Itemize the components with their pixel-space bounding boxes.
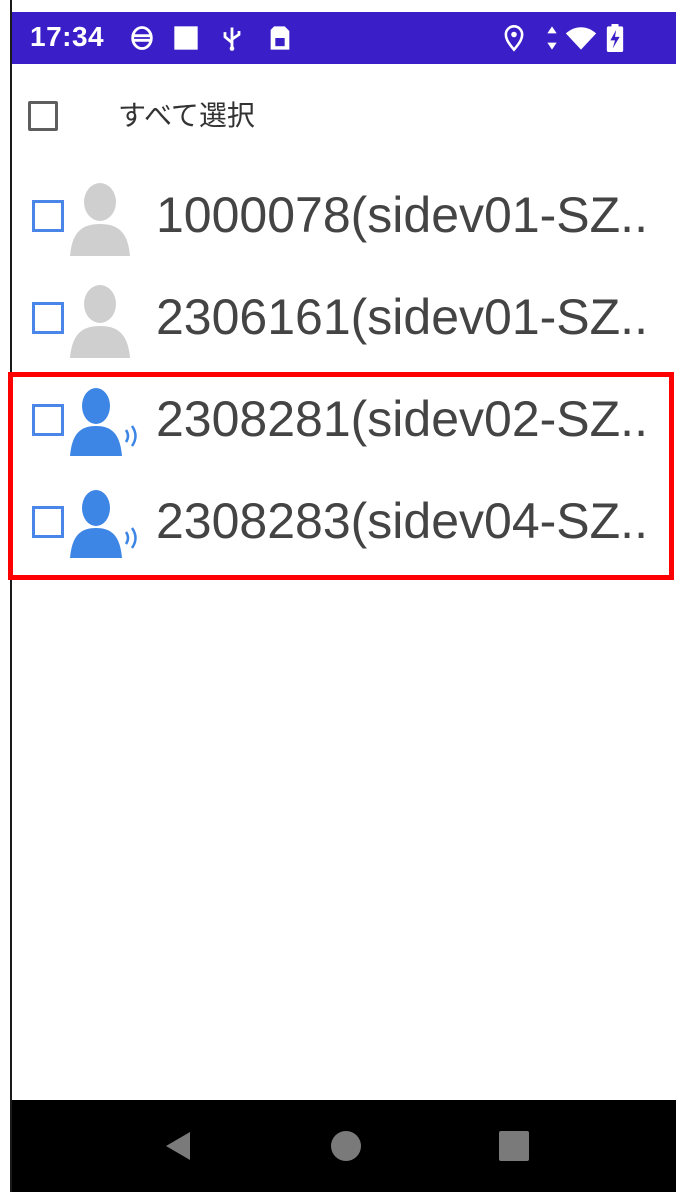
- home-icon[interactable]: [328, 1128, 364, 1164]
- select-all-row[interactable]: すべて選択: [28, 96, 255, 136]
- user-speaking-icon: [66, 484, 146, 564]
- status-bar: 17:34: [12, 12, 676, 64]
- user-name: 1000078(sidev01-SZ..: [156, 187, 648, 243]
- user-row[interactable]: 2306161(sidev01-SZ..: [12, 266, 676, 368]
- notification-square-icon: [172, 24, 200, 52]
- top-margin: [0, 0, 676, 10]
- user-row[interactable]: 1000078(sidev01-SZ..: [12, 164, 676, 266]
- status-time: 17:34: [30, 21, 105, 52]
- back-icon[interactable]: [160, 1128, 196, 1164]
- select-all-label: すべて選択: [118, 99, 255, 132]
- sim-card-icon: [266, 24, 294, 52]
- user-checkbox[interactable]: [32, 404, 64, 436]
- settings-icon: [128, 24, 156, 52]
- user-speaking-icon: [66, 382, 146, 462]
- user-offline-icon: [66, 280, 146, 360]
- recents-icon[interactable]: [496, 1128, 532, 1164]
- user-name: 2308281(sidev02-SZ..: [156, 391, 648, 447]
- user-checkbox[interactable]: [32, 200, 64, 232]
- navigation-bar: [12, 1100, 676, 1192]
- data-arrows-icon: [538, 24, 566, 52]
- user-row[interactable]: 2308281(sidev02-SZ..: [12, 368, 676, 470]
- user-checkbox[interactable]: [32, 302, 64, 334]
- user-name: 2306161(sidev01-SZ..: [156, 289, 648, 345]
- battery-charging-icon: [604, 24, 626, 52]
- location-icon: [500, 24, 528, 52]
- select-all-checkbox[interactable]: [28, 101, 58, 131]
- user-row[interactable]: 2308283(sidev04-SZ..: [12, 470, 676, 572]
- user-checkbox[interactable]: [32, 506, 64, 538]
- user-list: 1000078(sidev01-SZ.. 2306161(sidev01-SZ.…: [12, 164, 676, 572]
- wifi-icon: [564, 24, 598, 52]
- usb-icon: [218, 24, 246, 52]
- user-offline-icon: [66, 178, 146, 258]
- user-name: 2308283(sidev04-SZ..: [156, 493, 648, 549]
